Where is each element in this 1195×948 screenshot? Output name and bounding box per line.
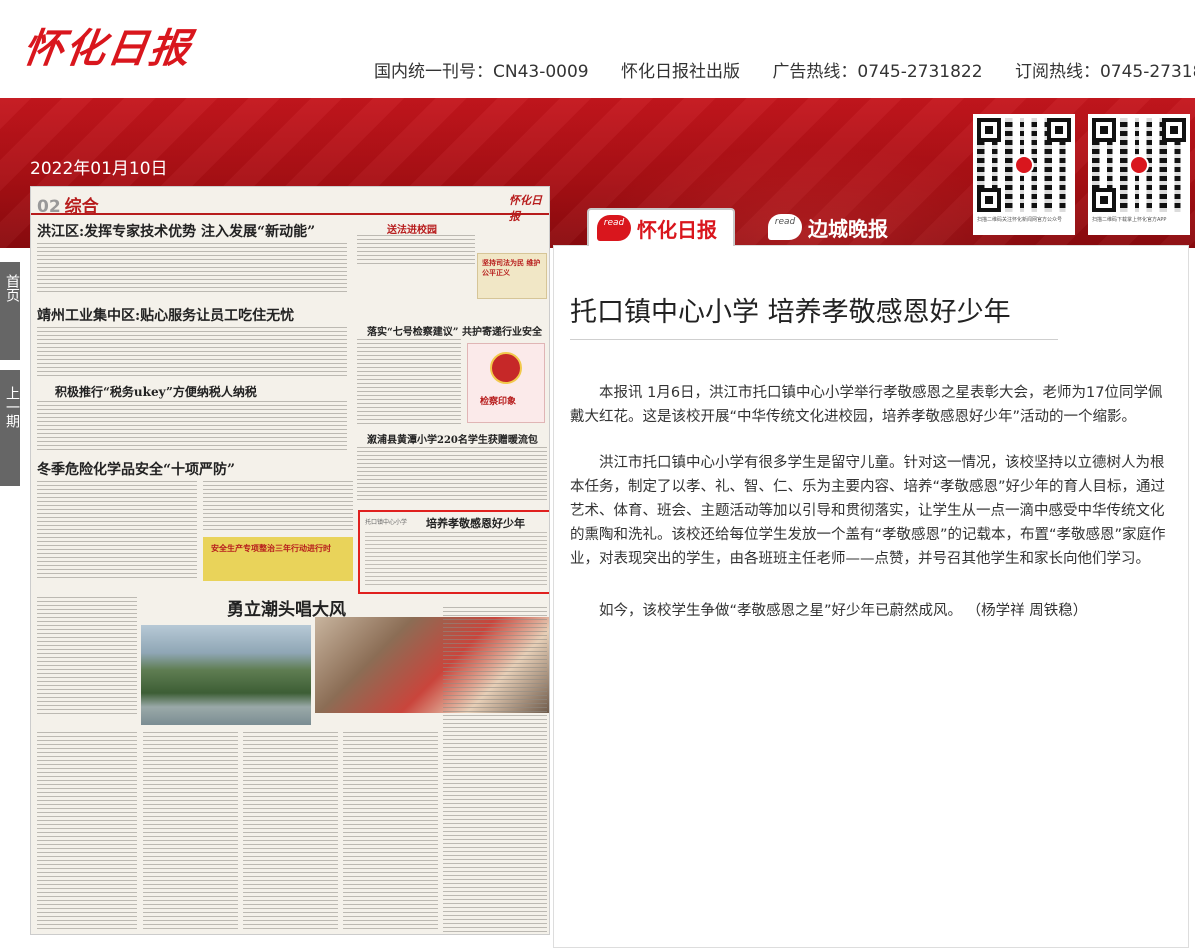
- page-number: 02 综合: [37, 197, 99, 217]
- page-headline[interactable]: 积极推行“税务ukey”方便纳税人纳税: [55, 383, 257, 400]
- qr-caption: 扫描二维码下载掌上怀化官方APP: [1092, 217, 1167, 223]
- text-block: [143, 732, 238, 932]
- site-header: 怀化日报 国内统一刊号：CN43-0009 怀化日报社出版 广告热线：0745-…: [0, 0, 1195, 98]
- text-block: [357, 339, 461, 425]
- text-block: [37, 401, 347, 453]
- text-block: [243, 732, 338, 932]
- publisher-text: 怀化日报社出版: [621, 62, 741, 82]
- subscription-hotline: 订阅热线：0745-2731822: [1014, 62, 1195, 82]
- title-divider: [570, 339, 1058, 340]
- article-title: 托口镇中心小学 培养孝敬感恩好少年: [570, 297, 1011, 328]
- qr-code-icon: [977, 118, 1071, 212]
- article-paragraph: 如今，该校学生争做“孝敬感恩之星”好少年已蔚然成风。 （杨学祥 周铁稳）: [599, 603, 1088, 619]
- page-masthead: 02 综合 怀化日报: [31, 187, 549, 223]
- qr-code-wechat: 扫描二维码关注怀化新闻网官方公众号: [973, 114, 1075, 235]
- text-block: [37, 327, 347, 379]
- site-logo[interactable]: 怀化日报: [20, 16, 196, 74]
- tab-label: 边城晚报: [808, 216, 888, 241]
- page-headline[interactable]: 落实“七号检察建议” 共护寄递行业安全: [367, 323, 542, 338]
- qr-code-icon: [1092, 118, 1186, 212]
- text-block: [357, 447, 547, 503]
- highlighted-article-box[interactable]: 托口镇中心小学 培养孝敬感恩好少年: [358, 510, 549, 594]
- side-tab-home-label: 首页: [4, 274, 20, 302]
- text-block: [37, 597, 137, 717]
- dam-landscape-image: [141, 625, 311, 725]
- issn-text: 国内统一刊号：CN43-0009: [374, 62, 589, 82]
- text-block: [37, 732, 137, 932]
- tab-label: 怀化日报: [637, 217, 717, 242]
- article-tag: 托口镇中心小学: [365, 519, 408, 526]
- qr-code-app: 扫描二维码下载掌上怀化官方APP: [1088, 114, 1190, 235]
- read-badge-icon: read: [597, 215, 631, 241]
- page-headline[interactable]: 洪江区:发挥专家技术优势 注入发展“新动能”: [37, 221, 315, 241]
- issue-date: 2022年01月10日: [30, 159, 168, 179]
- side-tab-previous[interactable]: 上一期: [0, 370, 20, 486]
- text-block: [443, 607, 547, 932]
- article-headline: 培养孝敬感恩好少年: [426, 517, 525, 530]
- text-block: [37, 481, 197, 579]
- page-headline[interactable]: 冬季危险化学品安全“十项严防”: [37, 459, 235, 479]
- safety-banner-image: 安全生产专项整治三年行动进行时: [203, 537, 353, 581]
- header-info: 国内统一刊号：CN43-0009 怀化日报社出版 广告热线：0745-27318…: [374, 57, 1195, 82]
- page-headline[interactable]: 靖州工业集中区:贴心服务让员工吃住无忧: [37, 305, 294, 325]
- newspaper-page[interactable]: 02 综合 怀化日报 洪江区:发挥专家技术优势 注入发展“新动能” 靖州工业集中区…: [30, 186, 550, 935]
- article-panel: 托口镇中心小学 培养孝敬感恩好少年 本报讯 1月6日，洪江市托口镇中心小学举行孝…: [553, 245, 1189, 948]
- side-tab-previous-label: 上一期: [4, 386, 20, 428]
- read-badge-icon: read: [768, 214, 802, 240]
- article-paragraph: 洪江市托口镇中心小学有很多学生是留守儿童。针对这一情况，该校坚持以立德树人为根本…: [570, 455, 1166, 567]
- tab-huaihua-daily[interactable]: read 怀化日报: [587, 208, 735, 246]
- page-headline[interactable]: 送法进校园: [387, 221, 437, 236]
- qr-caption: 扫描二维码关注怀化新闻网官方公众号: [977, 217, 1063, 223]
- page-logo: 怀化日报: [509, 194, 542, 223]
- procuratorate-image: 检察印象: [467, 343, 545, 423]
- text-block: [365, 532, 547, 588]
- ad-hotline: 广告热线：0745-2731822: [772, 62, 983, 82]
- justice-poster-image: 坚持司法为民 维护公平正义: [477, 253, 547, 299]
- text-block: [343, 732, 438, 932]
- article-paragraph: 本报讯 1月6日，洪江市托口镇中心小学举行孝敬感恩之星表彰大会，老师为17位同学…: [570, 385, 1163, 425]
- text-block: [37, 243, 347, 295]
- text-block: [357, 235, 475, 265]
- text-block: [203, 481, 353, 531]
- page-headline[interactable]: 溆浦县黄潭小学220名学生获赠暖流包: [367, 431, 538, 446]
- side-tab-home[interactable]: 首页: [0, 262, 20, 360]
- emblem-icon: [490, 352, 522, 384]
- tab-biancheng-evening[interactable]: read 边城晚报: [760, 208, 900, 246]
